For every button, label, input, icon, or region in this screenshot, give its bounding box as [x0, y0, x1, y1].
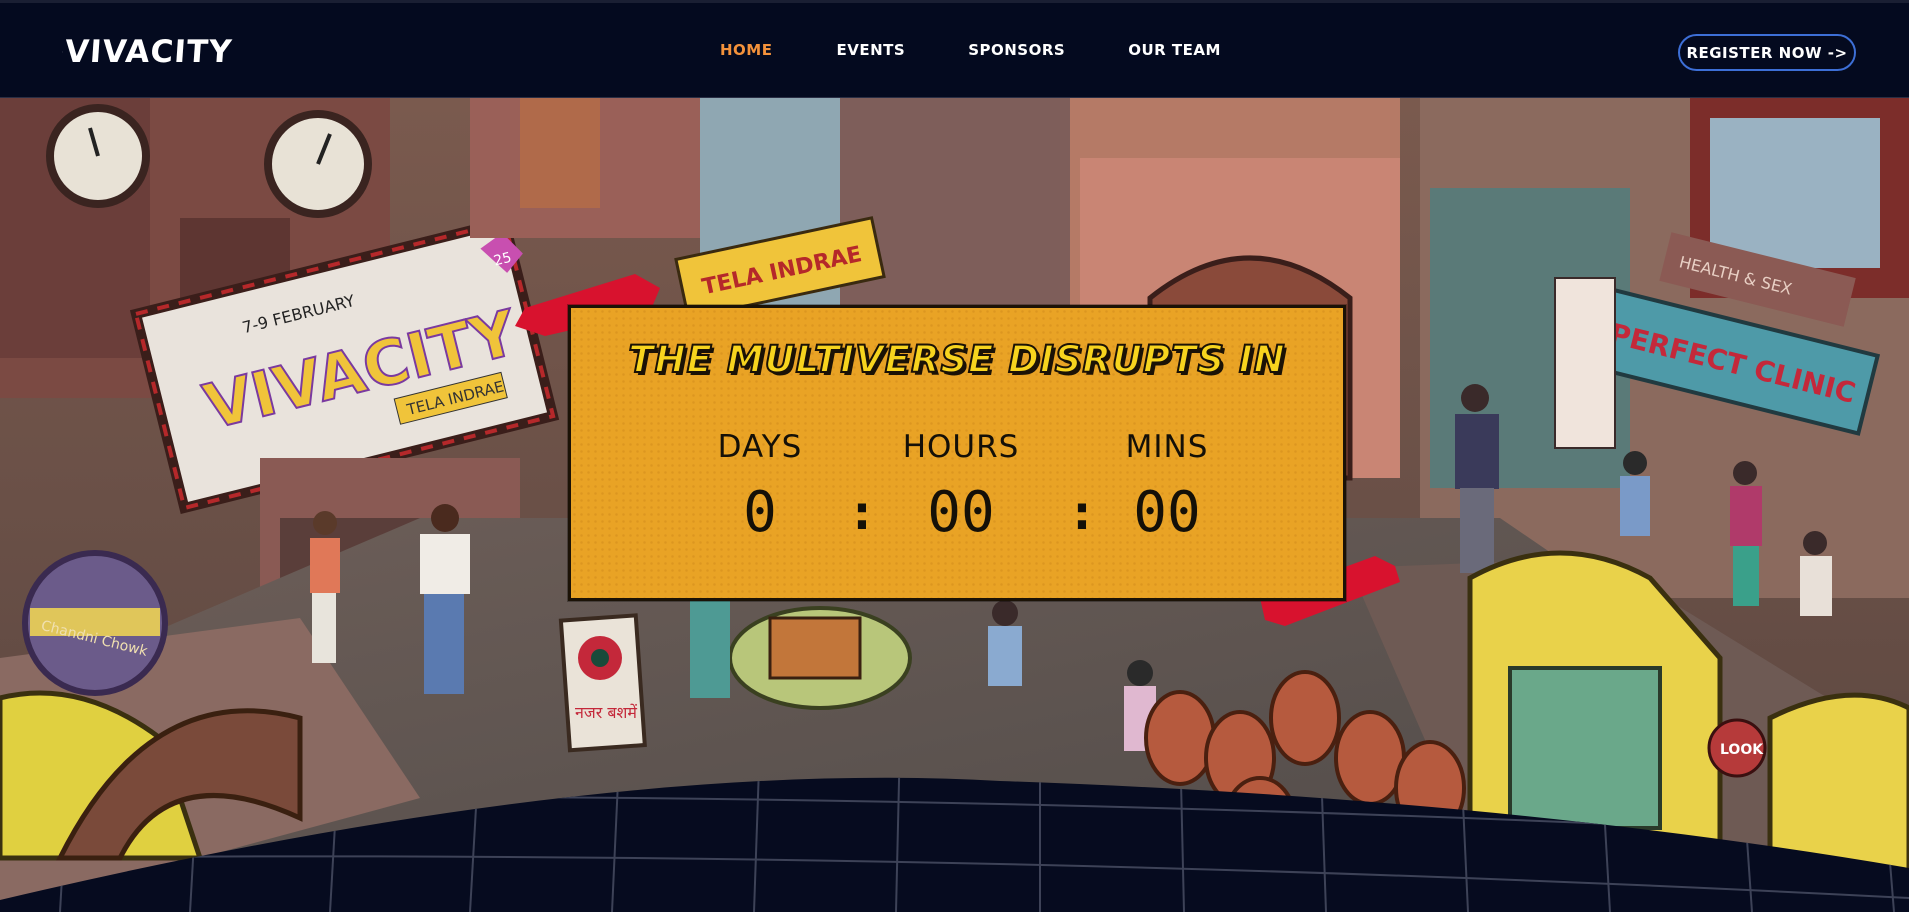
top-navbar: VIVACITY HOME EVENTS SPONSORS OUR TEAM R…	[0, 0, 1909, 98]
nav-link-events[interactable]: EVENTS	[836, 41, 905, 59]
vivacity-logo[interactable]: VIVACITY	[62, 25, 234, 79]
countdown-card: THE MULTIVERSE DISRUPTS IN DAYS HOURS MI…	[568, 305, 1346, 601]
days-label: DAYS	[717, 429, 803, 465]
register-now-button[interactable]: REGISTER NOW ->	[1678, 34, 1856, 71]
main-nav: HOME EVENTS SPONSORS OUR TEAM	[720, 41, 1221, 59]
mins-label: MINS	[1125, 429, 1209, 465]
days-value: 0	[743, 480, 777, 545]
mins-value: 00	[1133, 480, 1201, 545]
countdown-title: THE MULTIVERSE DISRUPTS IN	[627, 337, 1286, 382]
logo-wordmark: VIVACITY	[63, 34, 234, 70]
hours-value: 00	[927, 480, 995, 545]
vivacity-logo-icon	[62, 51, 63, 53]
nav-link-home[interactable]: HOME	[720, 41, 772, 59]
nav-link-our-team[interactable]: OUR TEAM	[1128, 41, 1221, 59]
nav-link-sponsors[interactable]: SPONSORS	[968, 41, 1065, 59]
hours-label: HOURS	[902, 429, 1020, 465]
hero-section: 7-9 FEBRUARY VIVACITY TELA INDRAE 25 TEL…	[0, 98, 1909, 912]
